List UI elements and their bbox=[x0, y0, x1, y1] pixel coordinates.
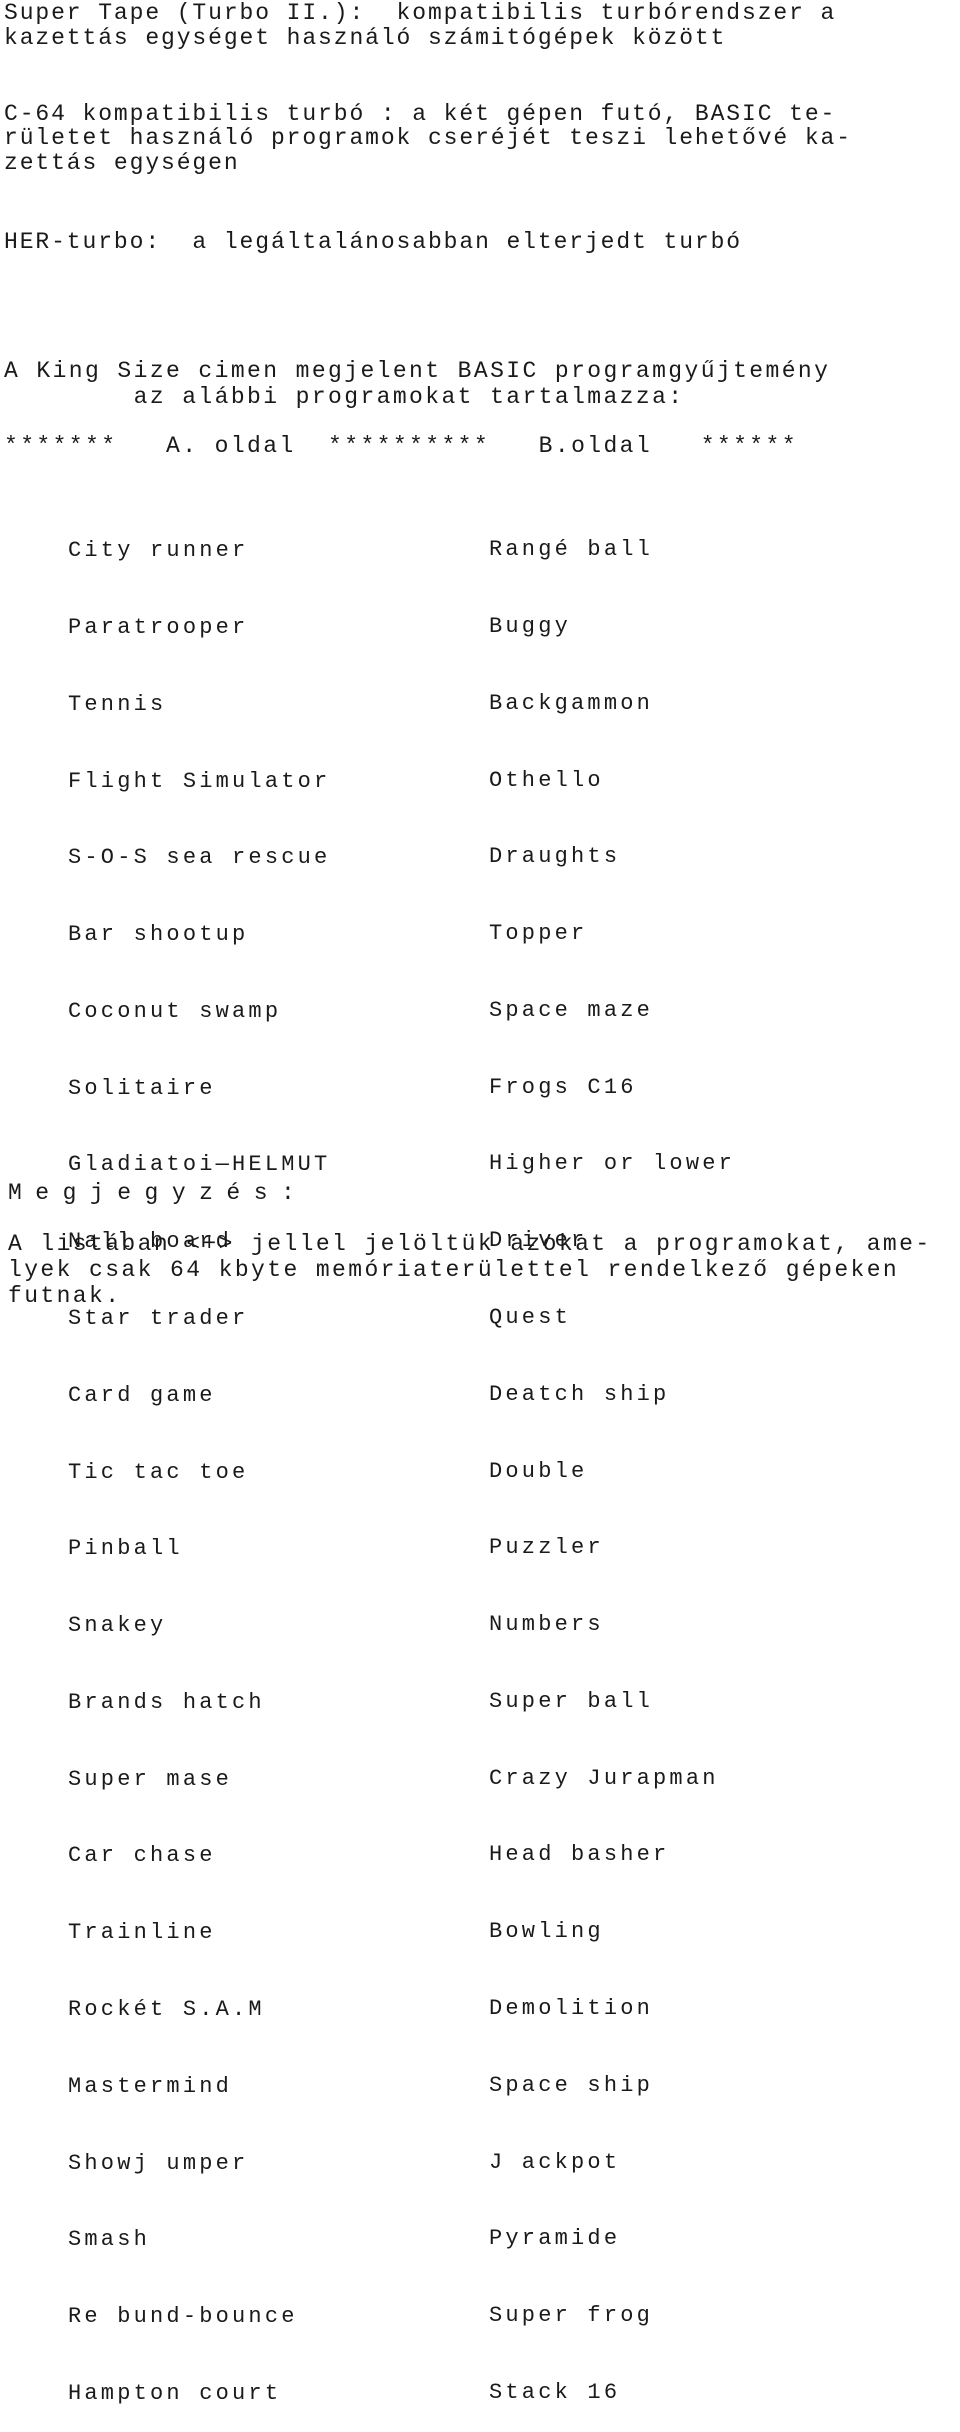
list-item: Gladiatoi—HELMUT bbox=[68, 1152, 331, 1178]
text-line: lyek csak 64 kbyte memóriaterülettel ren… bbox=[8, 1257, 900, 1283]
list-item: Super ball bbox=[489, 1688, 654, 1714]
text-line: az alábbi programokat tartalmazza: bbox=[4, 384, 685, 410]
list-item: Solitaire bbox=[68, 1075, 216, 1101]
note-title: Megjegyzés: bbox=[8, 1180, 309, 1206]
list-item: Coconut swamp bbox=[68, 998, 282, 1024]
list-item: Super mase bbox=[68, 1766, 233, 1792]
list-item: Frogs C16 bbox=[489, 1074, 637, 1100]
list-item: Space maze bbox=[489, 997, 654, 1023]
list-item: Flight Simulator bbox=[68, 768, 331, 794]
side-b-program-list: Rangé ball Buggy Backgammon Othello Drau… bbox=[489, 486, 735, 2431]
list-item: Showj umper bbox=[68, 2150, 249, 2176]
list-item: Pyramide bbox=[489, 2226, 621, 2252]
list-item: Stack 16 bbox=[489, 2379, 621, 2405]
list-item: Mastermind bbox=[68, 2073, 233, 2099]
list-item: City runner bbox=[68, 538, 249, 564]
list-item: Head basher bbox=[489, 1842, 670, 1868]
text-line: futnak. bbox=[8, 1283, 122, 1309]
list-item: Othello bbox=[489, 767, 604, 793]
list-item: S-O-S sea rescue bbox=[68, 845, 331, 871]
text-line: C-64 kompatibilis turbó : a két gépen fu… bbox=[4, 101, 837, 127]
text-line: kazettás egységet használó számitógépek … bbox=[4, 25, 727, 51]
text-line: zettás egységen bbox=[4, 150, 240, 176]
list-item: Tic tac toe bbox=[68, 1459, 249, 1485]
list-item: Backgammon bbox=[489, 690, 654, 716]
list-item: Topper bbox=[489, 921, 588, 947]
her-turbo-line: HER-turbo: a legáltalánosabban elterjedt… bbox=[4, 229, 743, 255]
list-item: Re bund-bounce bbox=[68, 2304, 298, 2330]
list-item: Buggy bbox=[489, 613, 572, 639]
list-item: Tennis bbox=[68, 691, 167, 717]
list-item: Demolition bbox=[489, 1996, 654, 2022]
list-item: Deatch ship bbox=[489, 1381, 670, 1407]
list-item: Quest bbox=[489, 1305, 572, 1330]
text-line: rületet használó programok cseréjét tesz… bbox=[4, 125, 852, 151]
text-line: A King Size cimen megjelent BASIC progra… bbox=[4, 358, 831, 384]
list-item: Space ship bbox=[489, 2072, 654, 2098]
list-item: Double bbox=[489, 1458, 588, 1484]
list-item: Draughts bbox=[489, 844, 621, 870]
list-item: Hampton court bbox=[68, 2380, 282, 2406]
list-item: Car chase bbox=[68, 1843, 216, 1869]
list-item: Card game bbox=[68, 1382, 216, 1408]
list-item: Smash bbox=[68, 2227, 151, 2253]
list-item: Paratrooper bbox=[68, 614, 249, 640]
list-item: Bowling bbox=[489, 1919, 604, 1945]
list-item: J ackpot bbox=[489, 2149, 621, 2175]
list-item: Rockét S.A.M bbox=[68, 1997, 265, 2023]
list-item: Brands hatch bbox=[68, 1689, 265, 1715]
list-item: Higher or lower bbox=[489, 1151, 736, 1177]
list-item: Puzzler bbox=[489, 1535, 604, 1561]
side-header: ******* A. oldal ********** B.oldal ****… bbox=[4, 433, 798, 459]
list-item: Super frog bbox=[489, 2303, 654, 2329]
list-item: Bar shootup bbox=[68, 922, 249, 948]
text-line: Super Tape (Turbo II.): kompatibilis tur… bbox=[4, 0, 837, 26]
list-item: Pinball bbox=[68, 1536, 183, 1562]
list-item: Numbers bbox=[489, 1612, 604, 1638]
side-a-program-list: City runner Paratrooper Tennis Flight Si… bbox=[68, 487, 330, 2432]
list-item: Star trader bbox=[68, 1306, 249, 1331]
list-item: Trainline bbox=[68, 1920, 216, 1946]
list-item: Crazy Jurapman bbox=[489, 1765, 719, 1791]
list-item: Snakey bbox=[68, 1613, 167, 1639]
list-item: Rangé ball bbox=[489, 537, 654, 563]
text-line: A listában <+> jellel jelöltük azokat a … bbox=[8, 1231, 932, 1257]
